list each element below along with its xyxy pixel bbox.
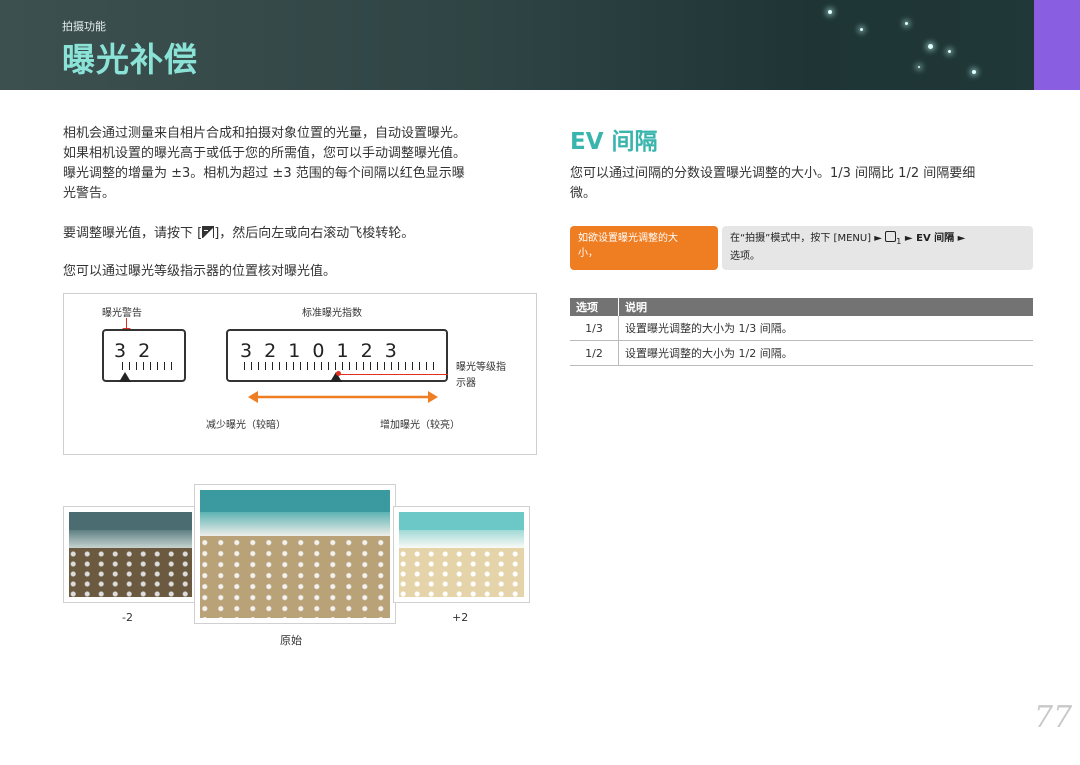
instruction-text: 要调整曝光值，请按下 [ [63,226,203,241]
table-cell-description: 设置曝光调整的大小为 1/3 间隔。 [618,316,1033,341]
instruction-text-end: ]，然后向左或向右滚动飞梭转轮。 [214,226,415,241]
ev-options-table: 选项 说明 1/3 设置曝光调整的大小为 1/3 间隔。 1/2 设置曝光调整的… [570,298,1033,366]
table-row: 1/2 设置曝光调整的大小为 1/2 间隔。 [570,340,1033,366]
exposure-diagram: 曝光警告 标准曝光指数 3 2 – + 3 2 1 0 1 2 3 曝光等级指 … [63,293,537,455]
callout-line: 小， [578,248,598,259]
callout-line: 如欲设置曝光调整的大 [578,233,678,244]
caption-minus: -2 [122,611,133,624]
indicator-pointer [338,374,448,375]
meter-big-digits: 3 2 1 0 1 2 3 [240,340,400,362]
table-header-description: 说明 [618,298,1033,316]
page-header: 拍摄功能 曝光补偿 [0,0,1080,90]
chapter-tab[interactable] [1034,0,1080,90]
indicator-label-2: 示器 [456,378,476,389]
camera-menu-icon [885,231,897,242]
caption-original: 原始 [280,634,302,647]
exposure-range-arrow [248,391,438,403]
meter-small-digits: 3 2 [114,340,154,362]
warning-pointer [126,318,127,328]
ev-button-icon [202,226,215,238]
increase-label: 增加曝光（较亮） [380,420,460,431]
ev-section-title: EV 间隔 [570,129,658,155]
ev-description: 您可以通过间隔的分数设置曝光调整的大小。1/3 间隔比 1/2 间隔要细 微。 [570,164,1040,204]
beach-image-bright [399,512,524,597]
indicator-small-icon [119,372,131,382]
intro-line: 曝光调整的增量为 ±3。相机为超过 ±3 范围的每个间隔以红色显示曝 [63,166,465,181]
ev-desc-line: 微。 [570,186,597,201]
section-label: 拍摄功能 [62,20,106,33]
intro-line: 光警告。 [63,186,116,201]
page-number: 77 [1034,700,1073,735]
menu-path-box: 在“拍摄”模式中，按下 [MENU] ► 1 ► EV 间隔 ► 选项。 [722,226,1033,270]
photo-bright [393,506,530,603]
menu-path-text: 在“拍摄”模式中，按下 [MENU] ► [730,233,886,244]
meter-small-ticks [122,362,174,370]
intro-paragraph: 相机会通过测量来自相片合成和拍摄对象位置的光量，自动设置曝光。 如果相机设置的曝… [63,124,543,204]
table-cell-description: 设置曝光调整的大小为 1/2 间隔。 [618,340,1033,366]
table-cell-option: 1/3 [570,316,619,341]
warning-label: 曝光警告 [102,308,142,319]
table-row: 1/3 设置曝光调整的大小为 1/3 间隔。 [570,316,1033,341]
beach-image-dark [69,512,192,597]
standard-index-label: 标准曝光指数 [302,308,362,319]
menu-path-options: 选项。 [730,251,760,262]
indicator-paragraph: 您可以通过曝光等级指示器的位置核对曝光值。 [63,264,337,279]
beach-image-original [200,490,390,618]
photo-original [194,484,396,624]
table-header-option: 选项 [570,298,619,316]
instruction-paragraph: 要调整曝光值，请按下 [ ]，然后向左或向右滚动飞梭转轮。 [63,224,414,244]
indicator-label: 曝光等级指 [456,362,506,373]
ev-desc-line: 您可以通过间隔的分数设置曝光调整的大小。1/3 间隔比 1/2 间隔要细 [570,166,976,181]
howto-callout: 如欲设置曝光调整的大 小， [570,226,718,270]
menu-path-text-2: ► EV 间隔 ► [901,233,966,244]
intro-line: 如果相机设置的曝光高于或低于您的所需值，您可以手动调整曝光值。 [63,146,467,161]
meter-small: 3 2 [102,329,186,382]
decrease-label: 减少曝光（较暗） [206,420,286,431]
intro-line: 相机会通过测量来自相片合成和拍摄对象位置的光量，自动设置曝光。 [63,126,467,141]
caption-plus: +2 [452,611,469,624]
page-title: 曝光补偿 [62,40,198,79]
photo-dark [63,506,198,603]
table-cell-option: 1/2 [570,340,619,366]
indicator-dot [336,371,341,376]
meter-big-ticks [244,362,436,370]
